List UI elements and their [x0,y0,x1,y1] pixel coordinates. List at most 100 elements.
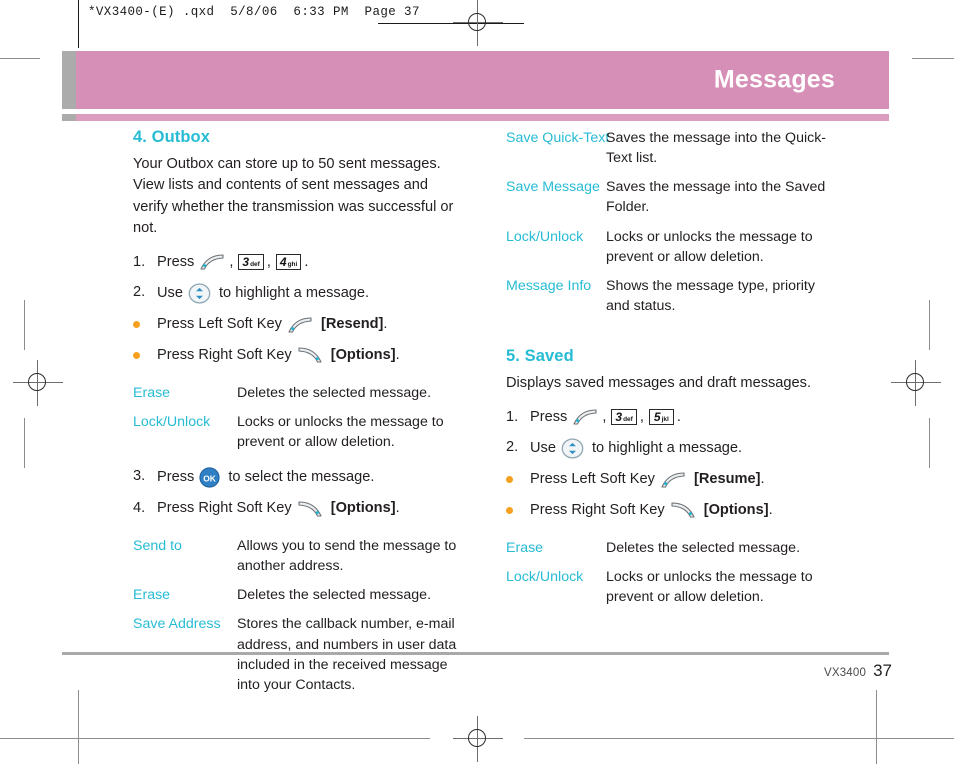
numbered-step: 1. Press, 3 def, 4 ghi. [133,253,463,273]
banner-stripe-accent [62,114,76,121]
definition-list-outbox-1: Erase Deletes the selected message. Lock/U… [133,383,463,452]
inline-text: Use [530,440,556,457]
inline-text: Press Left Soft Key [530,471,655,488]
definition-term: Lock/Unlock [506,568,584,585]
keypad-key-digit: 3 [242,254,250,269]
inline-text: . [395,500,400,517]
svg-text:OK: OK [204,474,217,484]
keypad-key-4: 4 ghi [275,253,302,270]
step-text: Use to highlight a message. [157,283,463,304]
step-text: Press Right Soft Key [Options]. [157,499,463,519]
numbered-step: 2. Use to highlight a message. [133,283,463,304]
step-number: 2. [506,439,519,456]
trim-line-left-edge-2 [24,418,25,468]
numbered-step: 3. Press OK to select the message. [133,467,463,488]
keypad-key-3: 3 def [611,408,637,425]
footer-page-number: 37 [873,661,892,680]
steps-group-outbox-1: 1. Press, 3 def, 4 ghi. 2. Use to highlight a m… [133,253,463,305]
step-number: 2. [133,284,146,301]
definition-description: Shows the message type, priority and sta… [606,277,815,315]
step-text: Press, 3 def, 4 ghi. [157,253,463,273]
keypad-key-letters: ghi [287,260,298,268]
footer: VX3400 37 [824,661,892,681]
definition-description: Deletes the selected message. [237,587,432,604]
navigation-key-icon [561,438,584,459]
numbered-step: 1. Press, 3 def, 5 jkl. [506,408,836,428]
prepress-slug: *VX3400-(E) .qxd 5/8/06 6:33 PM Page 37 [88,5,420,19]
keypad-key-digit: 3 [615,409,623,424]
inline-text: Press Right Soft Key [530,502,665,519]
definition-description: Locks or unlocks the message to prevent … [606,228,813,265]
inline-text: to highlight a message. [587,440,743,457]
definition-row: Save Message Saves the message into the S… [506,177,836,217]
definition-row: Save Quick-Text Saves the message into th… [506,128,836,168]
trim-line-bottom-left [0,738,430,739]
keypad-key-5: 5 jkl [648,408,674,425]
bullet-dot-icon [506,470,530,484]
step-number: 1. [133,253,146,270]
inline-text: Press Right Soft Key [157,500,292,517]
step-number: 4. [133,500,146,517]
right-soft-key-icon [297,347,323,364]
inline-label-bold: [Resume] [689,471,761,488]
trim-line-left-lower [78,690,79,764]
definition-term: Erase [506,539,544,556]
bullet-dot-icon [133,315,157,329]
registration-mark-left [13,360,63,406]
keypad-key-3: 3 def [238,253,264,270]
keypad-key-digit: 4 [279,254,287,269]
right-soft-key-icon [670,502,696,519]
definition-description: Saves the message into the Saved Folder. [606,179,826,216]
bullet-text: Press Left Soft Key [Resume]. [530,470,836,490]
section-intro-outbox: Your Outbox can store up to 50 sent mess… [133,156,454,237]
bullet-dot-icon [506,501,530,515]
footer-model-name: VX3400 [823,667,867,679]
send-key-icon [572,409,598,426]
definition-list-options-continued: Save Quick-Text Saves the message into th… [506,128,836,316]
bullet-dot-icon [133,346,157,360]
step-text: Use to highlight a message. [530,438,836,459]
step-number: 1. [506,408,519,425]
inline-text: . [760,471,765,488]
right-soft-key-icon [297,501,323,518]
definition-term: Send to [133,537,182,554]
bullet-item: Press Left Soft Key [Resume]. [506,470,836,490]
keypad-key-letters: def [250,260,260,268]
left-soft-key-icon [287,317,313,334]
ok-key-icon: OK [199,467,220,488]
section-heading-saved: 5. Saved [506,347,574,366]
registration-mark-right [891,360,941,406]
inline-text: , [266,253,271,270]
bullet-item: Press Right Soft Key [Options]. [506,501,836,521]
inline-text: Press [157,468,195,485]
inline-text: . [676,408,681,425]
step-text: Press, 3 def, 5 jkl. [530,408,836,428]
definition-term: Save Quick-Text [506,130,610,146]
send-key-icon [199,254,225,271]
definition-row: Erase Deletes the selected message. [133,383,463,403]
keypad-key-letters: jkl [661,415,669,423]
inline-text: , [602,408,607,425]
bullet-text: Press Right Soft Key [Options]. [530,501,836,521]
definition-row: Send to Allows you to send the message to… [133,536,463,576]
definition-description: Deletes the selected message. [237,384,432,401]
inline-text: Press [157,253,195,270]
definition-term: Erase [133,587,171,604]
trim-line-right-edge-2 [929,418,930,468]
inline-label-bold: [Resend] [316,316,384,333]
inline-text: . [395,347,400,364]
definition-list-saved: Erase Deletes the selected message. Lock/U… [506,538,836,607]
left-soft-key-icon [660,472,686,489]
keypad-key-digit: 5 [653,409,661,424]
inline-text: , [639,408,644,425]
inline-text: . [768,502,773,519]
trim-line-right-mid [912,58,954,59]
trim-line-left-top [78,0,79,48]
trim-line-bottom-right [524,738,954,739]
inline-text: , [229,253,234,270]
page-title: Messages [713,65,835,94]
inline-text: . [304,253,309,270]
inline-text: Press [530,408,568,425]
bullet-text: Press Right Soft Key [Options]. [157,346,463,366]
